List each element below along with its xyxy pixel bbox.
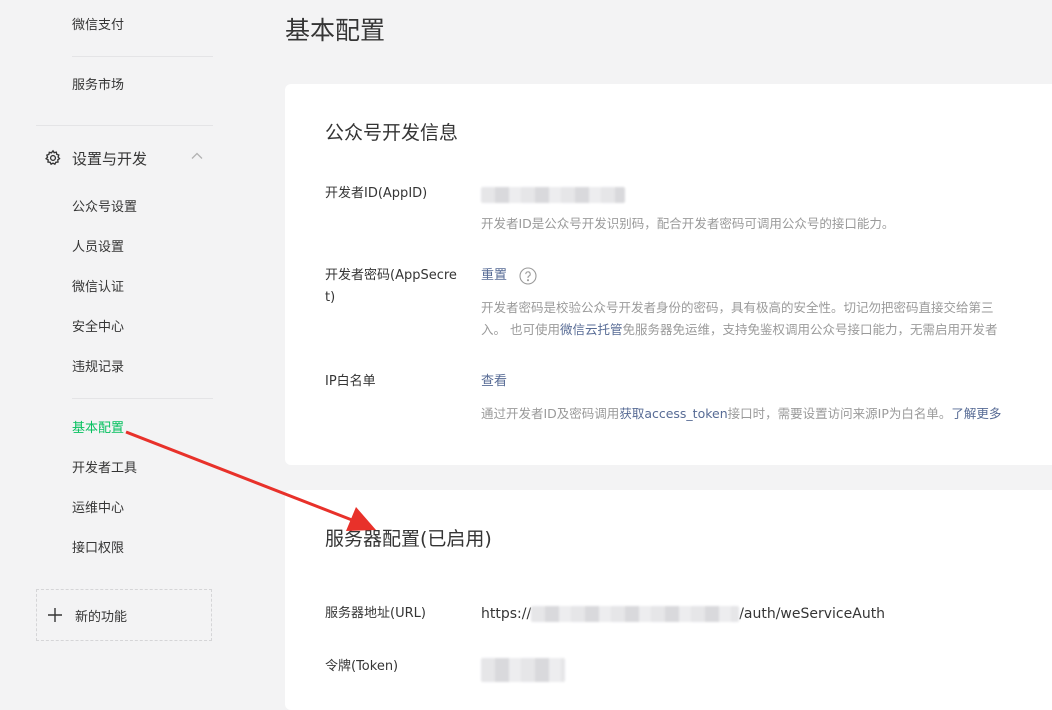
sidebar-item-staff-settings[interactable]: 人员设置 <box>72 239 124 257</box>
wechat-cloud-hosting-link[interactable]: 微信云托管 <box>560 322 623 337</box>
sidebar-item-service-market[interactable]: 服务市场 <box>72 77 124 95</box>
url-prefix: https:// <box>481 606 532 622</box>
ip-whitelist-value: 查看 <box>481 372 507 392</box>
sidebar-item-api-permissions[interactable]: 接口权限 <box>72 540 124 558</box>
new-feature-button[interactable]: 新的功能 <box>36 589 212 641</box>
appid-desc: 开发者ID是公众号开发识别码，配合开发者密码可调用公众号的接口能力。 <box>481 216 895 231</box>
sidebar-group-label: 设置与开发 <box>72 149 148 168</box>
card-title: 公众号开发信息 <box>325 122 459 144</box>
sidebar-item-developer-tools[interactable]: 开发者工具 <box>72 460 137 478</box>
chevron-up-icon[interactable] <box>190 149 204 163</box>
help-icon[interactable] <box>519 266 537 285</box>
new-feature-label: 新的功能 <box>75 609 128 625</box>
page-title: 基本配置 <box>285 16 386 45</box>
divider <box>72 56 213 57</box>
card-title: 服务器配置(已启用) <box>325 528 492 550</box>
desc-text: 入。 也可使用 <box>481 322 560 337</box>
appsecret-label: 开发者密码(AppSecret) <box>325 268 457 305</box>
divider <box>36 125 213 126</box>
appsecret-value: 重置 <box>481 266 537 286</box>
redacted-token <box>481 658 565 682</box>
redacted-url <box>531 606 740 622</box>
desc-text: 通过开发者ID及密码调用 <box>481 406 620 421</box>
learn-more-link[interactable]: 了解更多 <box>951 406 1001 421</box>
desc-text: 免服务器免运维，支持免鉴权调用公众号接口能力，无需启用开发者 <box>622 322 998 337</box>
sidebar: 微信支付 服务市场 设置与开发 公众号设置 人员设置 微信认证 安全中心 违规记… <box>0 0 250 682</box>
gear-icon <box>44 149 62 167</box>
sidebar-item-basic-config[interactable]: 基本配置 <box>72 420 124 438</box>
developer-info-card: 公众号开发信息 开发者ID(AppID) 开发者ID是公众号开发识别码，配合开发… <box>285 84 1052 465</box>
view-whitelist-link[interactable]: 查看 <box>481 374 507 389</box>
divider <box>72 398 213 399</box>
server-config-card: 服务器配置(已启用) 服务器地址(URL) https:// /auth/weSe… <box>285 490 1052 710</box>
sidebar-item-wechat-verification[interactable]: 微信认证 <box>72 279 124 297</box>
access-token-link[interactable]: 获取access_token <box>619 406 727 421</box>
ip-whitelist-desc: 通过开发者ID及密码调用获取access_token接口时，需要设置访问来源IP… <box>481 403 1052 424</box>
sidebar-item-wechat-pay[interactable]: 微信支付 <box>72 17 124 35</box>
desc-text: 接口时，需要设置访问来源IP为白名单。 <box>727 406 952 421</box>
server-url-label: 服务器地址(URL) <box>325 606 426 621</box>
appid-value <box>481 185 625 205</box>
appid-label: 开发者ID(AppID) <box>325 186 428 201</box>
ip-whitelist-label: IP白名单 <box>325 374 376 389</box>
url-suffix: /auth/weServiceAuth <box>739 606 886 622</box>
sidebar-item-ops-center[interactable]: 运维中心 <box>72 500 124 518</box>
plus-icon <box>47 607 63 623</box>
sidebar-item-account-settings[interactable]: 公众号设置 <box>72 199 137 217</box>
appsecret-desc-line2: 入。 也可使用微信云托管免服务器免运维，支持免鉴权调用公众号接口能力，无需启用开… <box>481 319 1052 340</box>
appsecret-desc-line1: 开发者密码是校验公众号开发者身份的密码，具有极高的安全性。切记勿把密码直接交给第… <box>481 300 994 315</box>
token-value <box>481 658 565 682</box>
sidebar-group-settings-dev[interactable]: 设置与开发 <box>44 146 214 170</box>
token-label: 令牌(Token) <box>325 659 399 674</box>
sidebar-item-security-center[interactable]: 安全中心 <box>72 319 124 337</box>
server-url-value: https:// /auth/weServiceAuth <box>481 604 885 624</box>
sidebar-item-violation-records[interactable]: 违规记录 <box>72 359 124 377</box>
reset-secret-link[interactable]: 重置 <box>481 268 507 283</box>
redacted-appid <box>481 186 625 203</box>
